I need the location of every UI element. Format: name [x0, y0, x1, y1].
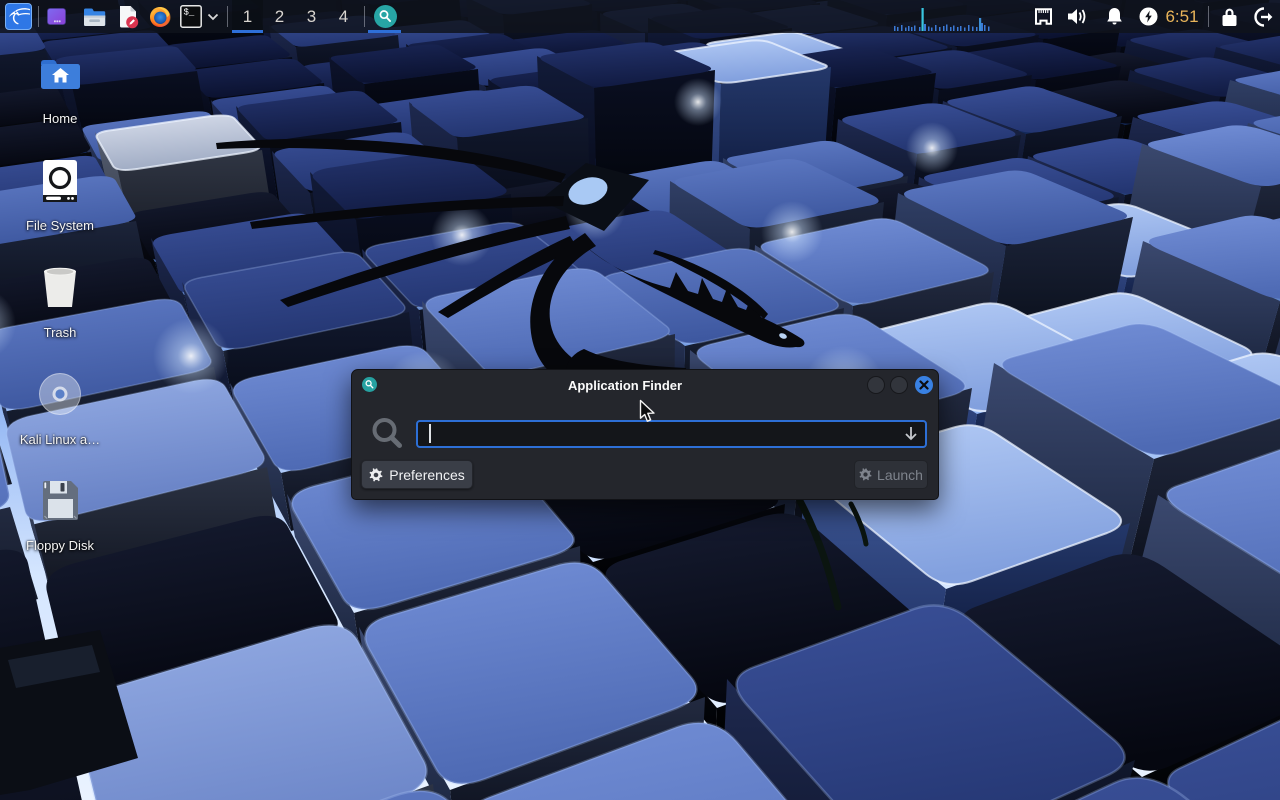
svg-text:$_: $_ — [184, 8, 195, 18]
